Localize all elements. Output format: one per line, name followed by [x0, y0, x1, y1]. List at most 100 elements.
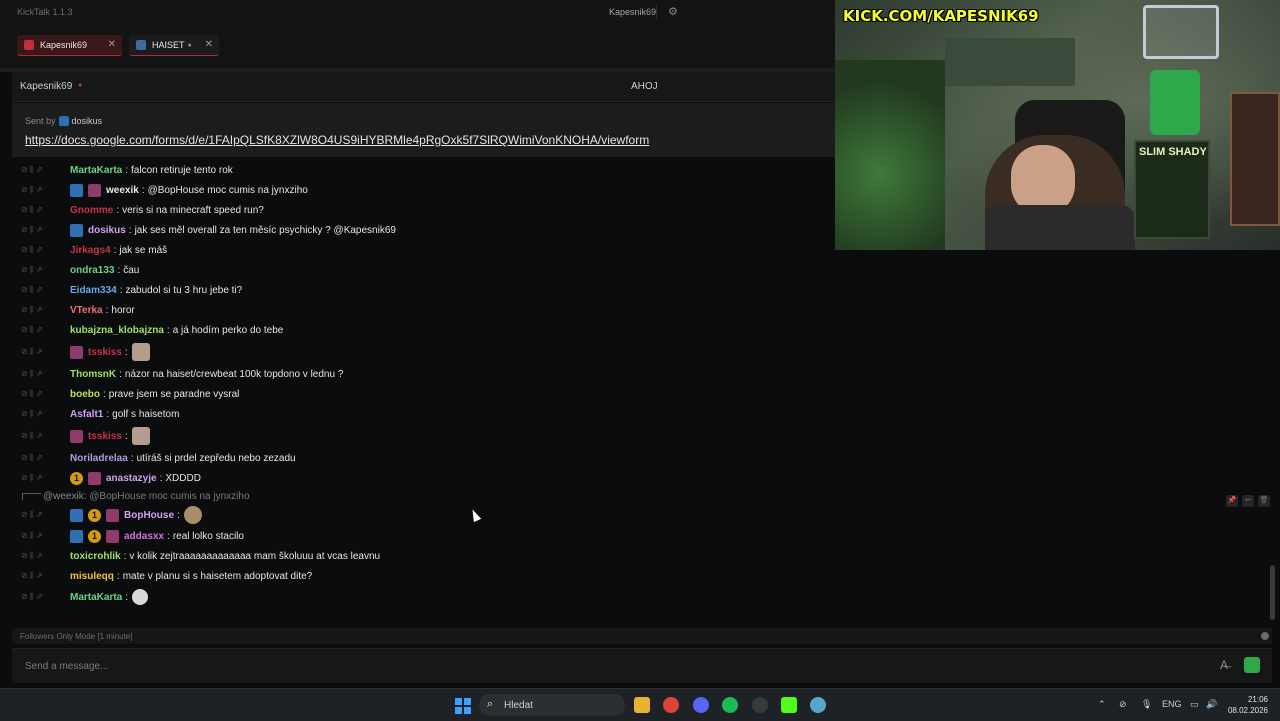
message-username[interactable]: weexik	[106, 185, 139, 196]
message-username[interactable]: MartaKarta	[70, 592, 122, 603]
pinned-link[interactable]: https://docs.google.com/forms/d/e/1FAIpQ…	[25, 133, 649, 147]
message-username[interactable]: Jirkags4	[70, 245, 111, 256]
message-controls[interactable]: ⊘ ⫼ ⇗	[12, 531, 65, 541]
message-controls[interactable]: ⊘ ⫼ ⇗	[12, 185, 65, 195]
settings-gear-icon[interactable]: ⚙	[668, 5, 678, 18]
message-controls[interactable]: ⊘ ⫼ ⇗	[12, 347, 65, 357]
message-username[interactable]: VTerka	[70, 305, 103, 316]
chat-message[interactable]: ⊘ ⫼ ⇗ tsskiss:	[12, 424, 1272, 448]
chat-message[interactable]: ⊘ ⫼ ⇗ Eidam334: zabudol si tu 3 hru jebe…	[12, 280, 1272, 300]
windows-start-icon[interactable]	[455, 698, 471, 714]
pin-icon[interactable]: 📌	[1226, 495, 1238, 507]
message-controls[interactable]: ⊘ ⫼ ⇗	[12, 165, 65, 175]
chat-message[interactable]: ⊘ ⫼ ⇗ MartaKarta: falcon retiruje tento …	[12, 160, 1272, 180]
title-channel[interactable]: Kapesnik69	[609, 7, 656, 17]
kick-icon[interactable]	[781, 697, 797, 713]
obs-icon[interactable]	[752, 697, 768, 713]
message-username[interactable]: ondra133	[70, 265, 114, 276]
message-username[interactable]: addasxx	[124, 531, 164, 542]
spotify-icon[interactable]	[722, 697, 738, 713]
message-controls[interactable]: ⊘ ⫼ ⇗	[12, 510, 65, 520]
tab-kapesnik69[interactable]: Kapesnik69 ✕	[17, 35, 122, 56]
message-controls[interactable]: ⊘ ⫼ ⇗	[12, 551, 65, 561]
chat-message[interactable]: ⊘ ⫼ ⇗ Asfalt1: golf s haisetom	[12, 404, 1272, 424]
message-username[interactable]: Eidam334	[70, 285, 117, 296]
message-controls[interactable]: ⊘ ⫼ ⇗	[12, 431, 65, 441]
chat-message[interactable]: ⊘ ⫼ ⇗ Jirkags4: jak se máš	[12, 240, 1272, 260]
message-controls[interactable]: ⊘ ⫼ ⇗	[12, 245, 65, 255]
kicktalk-icon[interactable]	[810, 697, 826, 713]
message-controls[interactable]: ⊘ ⫼ ⇗	[12, 473, 65, 483]
message-controls[interactable]: ⊘ ⫼ ⇗	[12, 285, 65, 295]
message-username[interactable]: Noriladrelaa	[70, 453, 128, 464]
message-username[interactable]: misuleqq	[70, 571, 114, 582]
message-username[interactable]: ThomsnK	[70, 369, 116, 380]
discord-icon[interactable]	[693, 697, 709, 713]
message-controls[interactable]: ⊘ ⫼ ⇗	[12, 305, 65, 315]
message-controls[interactable]: ⊘ ⫼ ⇗	[12, 571, 65, 581]
chat-message[interactable]: ⊘ ⫼ ⇗ MartaKarta:	[12, 586, 1272, 608]
message-controls[interactable]: ⊘ ⫼ ⇗	[12, 325, 65, 335]
message-composer: A̶	[12, 648, 1272, 683]
close-tab-icon[interactable]: ✕	[108, 39, 116, 50]
chat-message[interactable]: ⊘ ⫼ ⇗ 1 addasxx: real lolko stacilo	[12, 526, 1272, 546]
pinned-username[interactable]: dosikus	[72, 116, 103, 126]
message-username[interactable]: Gnomme	[70, 205, 113, 216]
message-controls[interactable]: ⊘ ⫼ ⇗	[12, 369, 65, 379]
delete-icon[interactable]: 🗑	[1258, 495, 1270, 507]
tray-mic-icon[interactable]: 🎙	[1141, 699, 1152, 710]
tray-monitor-icon[interactable]: ▭	[1190, 699, 1199, 710]
close-tab-icon[interactable]: ✕	[205, 39, 213, 50]
chat-message[interactable]: ⊘ ⫼ ⇗ Noriladrelaa: utíráš si prdel zepř…	[12, 448, 1272, 468]
chat-message[interactable]: ⊘ ⫼ ⇗ ThomsnK: názor na haiset/crewbeat …	[12, 364, 1272, 384]
message-controls[interactable]: ⊘ ⫼ ⇗	[12, 592, 65, 602]
message-username[interactable]: toxicrohlik	[70, 551, 121, 562]
chat-channel-name[interactable]: Kapesnik69	[20, 81, 72, 92]
reply-username[interactable]: @weexik:	[43, 491, 87, 502]
chat-message[interactable]: ⊘ ⫼ ⇗ 1 BopHouse:	[12, 504, 1272, 526]
reply-icon[interactable]: ↩	[1242, 495, 1254, 507]
message-username[interactable]: anastazyje	[106, 473, 157, 484]
message-username[interactable]: boebo	[70, 389, 100, 400]
chat-message[interactable]: ⊘ ⫼ ⇗ misuleqq: mate v planu si s haiset…	[12, 566, 1272, 586]
message-username[interactable]: BopHouse	[124, 510, 174, 521]
webcam-hoop	[1143, 5, 1219, 59]
chat-message[interactable]: ⊘ ⫼ ⇗ boebo: prave jsem se paradne vysra…	[12, 384, 1272, 404]
message-username[interactable]: kubajzna_klobajzna	[70, 325, 164, 336]
chat-message[interactable]: ⊘ ⫼ ⇗ 1 anastazyje: XDDDD	[12, 468, 1272, 488]
chat-message[interactable]: ⊘ ⫼ ⇗ kubajzna_klobajzna: a já hodím per…	[12, 320, 1272, 340]
message-controls[interactable]: ⊘ ⫼ ⇗	[12, 389, 65, 399]
message-username[interactable]: dosikus	[88, 225, 126, 236]
chat-scrollbar[interactable]	[1270, 565, 1275, 620]
message-controls[interactable]: ⊘ ⫼ ⇗	[12, 453, 65, 463]
info-icon[interactable]	[1261, 632, 1269, 640]
message-username[interactable]: MartaKarta	[70, 165, 122, 176]
reply-reference[interactable]: @weexik: @BopHouse moc cumis na jynxziho	[12, 488, 1272, 504]
emote-picker-icon[interactable]	[1244, 657, 1260, 673]
translate-icon[interactable]: A̶	[1220, 658, 1228, 672]
language-indicator[interactable]: ENG	[1162, 699, 1182, 709]
chat-message[interactable]: ⊘ ⫼ ⇗ VTerka: horor	[12, 300, 1272, 320]
chrome-icon[interactable]	[663, 697, 679, 713]
tray-network-icon[interactable]: ⊘	[1119, 699, 1127, 710]
message-username[interactable]: Asfalt1	[70, 409, 103, 420]
message-controls[interactable]: ⊘ ⫼ ⇗	[12, 225, 65, 235]
message-username[interactable]: tsskiss	[88, 431, 122, 442]
message-input[interactable]	[12, 649, 1202, 683]
tab-haiset[interactable]: HAISET ● ✕	[129, 35, 219, 56]
chat-message[interactable]: ⊘ ⫼ ⇗ ondra133: čau	[12, 260, 1272, 280]
file-explorer-icon[interactable]	[634, 697, 650, 713]
taskbar-search[interactable]: ⌕ Hledat	[479, 694, 625, 716]
chat-message[interactable]: ⊘ ⫼ ⇗ Gnomme: veris si na minecraft spee…	[12, 200, 1272, 220]
message-username[interactable]: tsskiss	[88, 347, 122, 358]
message-controls[interactable]: ⊘ ⫼ ⇗	[12, 265, 65, 275]
tray-chevron-icon[interactable]: ⌃	[1098, 699, 1106, 710]
chat-message-list[interactable]: ⊘ ⫼ ⇗ MartaKarta: falcon retiruje tento …	[12, 157, 1272, 625]
message-controls[interactable]: ⊘ ⫼ ⇗	[12, 409, 65, 419]
chat-message[interactable]: ⊘ ⫼ ⇗ tsskiss:	[12, 340, 1272, 364]
message-controls[interactable]: ⊘ ⫼ ⇗	[12, 205, 65, 215]
taskbar-clock[interactable]: 21:06 08.02.2026	[1216, 694, 1268, 716]
chat-message[interactable]: ⊘ ⫼ ⇗ toxicrohlik: v kolik zejtraaaaaaaa…	[12, 546, 1272, 566]
chat-message[interactable]: ⊘ ⫼ ⇗ dosikus: jak ses měl overall za te…	[12, 220, 1272, 240]
chat-message[interactable]: ⊘ ⫼ ⇗ weexik: @BopHouse moc cumis na jyn…	[12, 180, 1272, 200]
